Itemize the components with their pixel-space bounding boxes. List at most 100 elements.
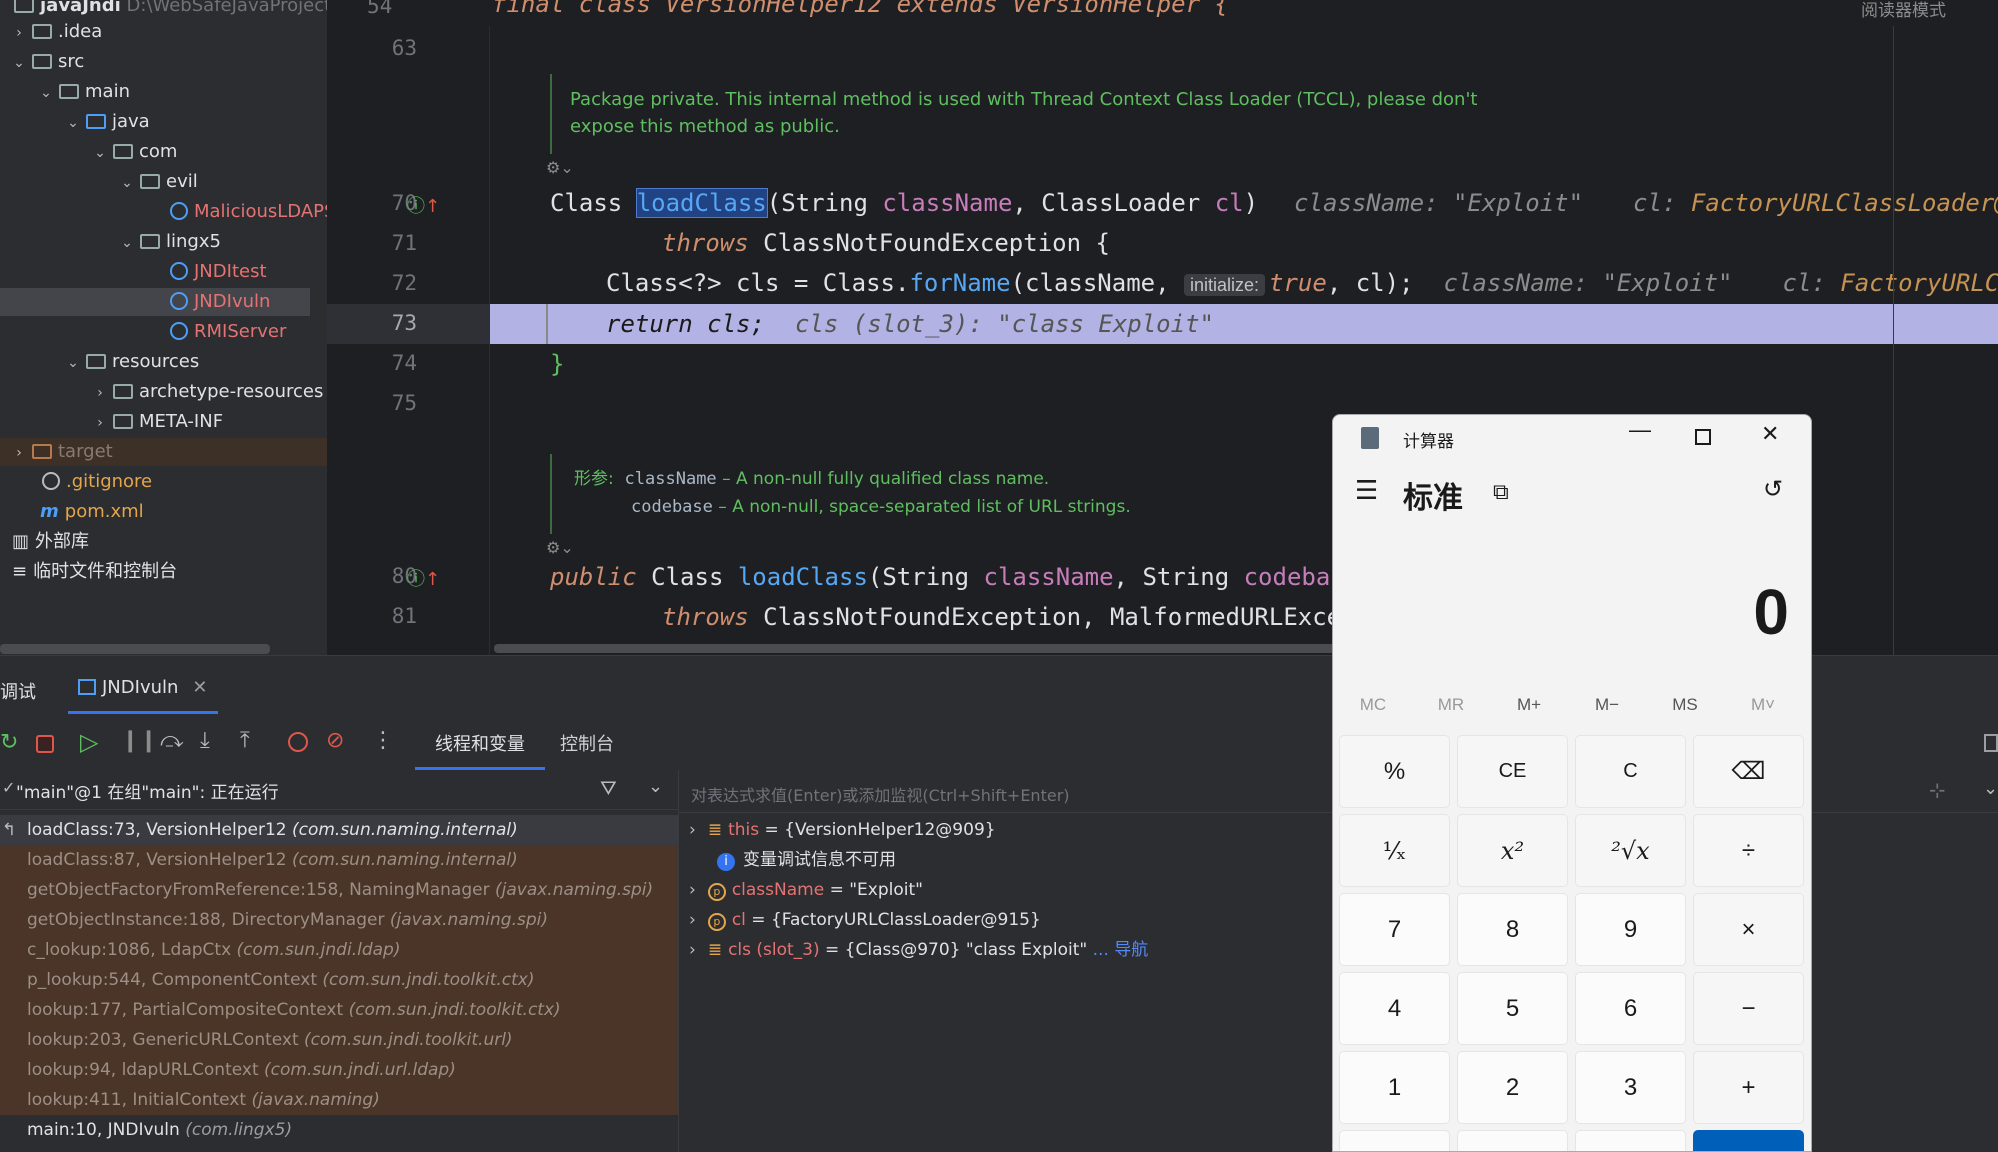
- digit-8-button[interactable]: 8: [1457, 893, 1568, 966]
- history-icon[interactable]: ↺: [1763, 475, 1783, 504]
- multiply-button[interactable]: ×: [1693, 893, 1804, 966]
- tree-item-java[interactable]: ⌄ java: [64, 108, 150, 136]
- frame-row[interactable]: getObjectFactoryFromReference:158, Namin…: [0, 875, 678, 905]
- backspace-button[interactable]: ⌫: [1693, 735, 1804, 808]
- maximize-icon[interactable]: [1695, 429, 1711, 445]
- frame-row[interactable]: lookup:411, InitialContext (javax.naming…: [0, 1085, 678, 1115]
- digit-9-button[interactable]: 9: [1575, 893, 1686, 966]
- tree-item-evil[interactable]: ⌄ evil: [118, 168, 198, 196]
- override-gutter-icon[interactable]: ⓘ↑: [407, 192, 440, 218]
- rerun-icon[interactable]: ↻: [0, 730, 18, 755]
- ms-button[interactable]: MS: [1655, 695, 1715, 715]
- sqrt-button[interactable]: ²√x: [1575, 814, 1686, 887]
- frame-row[interactable]: p_lookup:544, ComponentContext (com.sun.…: [0, 965, 678, 995]
- chevron-down-icon[interactable]: ⌄: [118, 229, 136, 257]
- chevron-right-icon[interactable]: ›: [689, 910, 696, 930]
- tree-item-jnditest[interactable]: JNDItest: [166, 258, 267, 286]
- chevron-down-icon[interactable]: ⌄: [37, 79, 55, 107]
- divide-button[interactable]: ÷: [1693, 814, 1804, 887]
- square-button[interactable]: x²: [1457, 814, 1568, 887]
- reciprocal-button[interactable]: ¹⁄ₓ: [1339, 814, 1450, 887]
- digit-2-button[interactable]: 2: [1457, 1051, 1568, 1124]
- digit-0-button[interactable]: [1457, 1130, 1568, 1151]
- mr-button[interactable]: MR: [1421, 695, 1481, 715]
- menu-icon[interactable]: ☰: [1355, 475, 1378, 506]
- decimal-button[interactable]: [1575, 1130, 1686, 1151]
- tree-item-external-libraries[interactable]: ▥ 外部库: [12, 528, 89, 556]
- tree-item-idea[interactable]: › .idea: [10, 18, 102, 46]
- tree-item-resources[interactable]: ⌄ resources: [64, 348, 199, 376]
- mute-breakpoints-icon[interactable]: ⊘: [326, 728, 344, 753]
- digit-1-button[interactable]: 1: [1339, 1051, 1450, 1124]
- stop-icon[interactable]: [36, 735, 54, 753]
- close-tab-icon[interactable]: ✕: [192, 677, 207, 698]
- chevron-right-icon[interactable]: ›: [91, 409, 109, 437]
- step-out-icon[interactable]: ⤒: [240, 728, 250, 753]
- tree-item-src[interactable]: ⌄ src: [10, 48, 84, 76]
- close-icon[interactable]: ✕: [1761, 421, 1779, 447]
- tree-item-maliciousldaps[interactable]: MaliciousLDAPS: [166, 198, 327, 226]
- var-row-this[interactable]: › ≣ this = {VersionHelper12@909}: [689, 815, 996, 845]
- digit-3-button[interactable]: 3: [1575, 1051, 1686, 1124]
- tree-item-com[interactable]: ⌄ com: [91, 138, 177, 166]
- chevron-down-icon[interactable]: ⌄: [91, 139, 109, 167]
- add-watch-icon[interactable]: ⊹: [1929, 778, 1946, 802]
- tree-item-target[interactable]: › target: [10, 438, 113, 466]
- tree-item-rmiserver[interactable]: RMIServer: [166, 318, 286, 346]
- var-row-cl[interactable]: › p cl = {FactoryURLClassLoader@915}: [689, 905, 1041, 935]
- chevron-right-icon[interactable]: ›: [689, 820, 696, 840]
- minus-button[interactable]: −: [1693, 972, 1804, 1045]
- frame-row[interactable]: c_lookup:1086, LdapCtx (com.sun.jndi.lda…: [0, 935, 678, 965]
- tree-item-gitignore[interactable]: .gitignore: [38, 468, 152, 496]
- tree-root[interactable]: javaJndi D:\WebSafeJavaProject: [10, 0, 327, 20]
- minimize-icon[interactable]: —: [1629, 417, 1651, 443]
- chevron-down-icon[interactable]: ⌄: [118, 169, 136, 197]
- tab-threads-variables[interactable]: 线程和变量: [415, 722, 545, 770]
- var-row-classname[interactable]: › p className = "Exploit": [689, 875, 923, 905]
- frame-row[interactable]: main:10, JNDIvuln (com.lingx5): [0, 1115, 678, 1145]
- var-row-cls[interactable]: › ≣ cls (slot_3) = {Class@970} "class Expl…: [689, 935, 1148, 965]
- navigate-link[interactable]: ... 导航: [1093, 940, 1149, 960]
- chevron-right-icon[interactable]: ›: [10, 439, 28, 467]
- thread-selector[interactable]: ✓ "main"@1 在组"main": 正在运行 ⛛ ⌄: [0, 770, 678, 810]
- tree-item-pom[interactable]: m pom.xml: [38, 498, 144, 526]
- percent-button[interactable]: %: [1339, 735, 1450, 808]
- run-config-tab[interactable]: JNDIvuln ✕: [68, 666, 218, 714]
- tree-item-meta-inf[interactable]: › META-INF: [91, 408, 223, 436]
- doc-toggle-icon[interactable]: ⚙⌄: [546, 158, 574, 177]
- override-gutter-icon[interactable]: ⓘ↑: [407, 565, 440, 591]
- memory-list-button[interactable]: M˅: [1733, 695, 1793, 715]
- equals-button[interactable]: [1693, 1130, 1804, 1151]
- tree-item-scratches[interactable]: ≡ 临时文件和控制台: [12, 558, 177, 586]
- chevron-down-icon[interactable]: ⌄: [1983, 778, 1998, 799]
- plus-button[interactable]: +: [1693, 1051, 1804, 1124]
- tree-item-jndivuln[interactable]: JNDIvuln: [166, 288, 270, 316]
- chevron-right-icon[interactable]: ›: [91, 379, 109, 407]
- sign-toggle-button[interactable]: [1339, 1130, 1450, 1151]
- frame-row[interactable]: lookup:177, PartialCompositeContext (com…: [0, 995, 678, 1025]
- step-over-icon[interactable]: ⤼: [160, 728, 184, 753]
- doc-toggle-icon[interactable]: ⚙⌄: [546, 538, 574, 557]
- frame-row[interactable]: getObjectInstance:188, DirectoryManager …: [0, 905, 678, 935]
- resume-icon[interactable]: ▷: [80, 728, 98, 756]
- digit-5-button[interactable]: 5: [1457, 972, 1568, 1045]
- chevron-right-icon[interactable]: ›: [689, 880, 696, 900]
- digit-7-button[interactable]: 7: [1339, 893, 1450, 966]
- chevron-down-icon[interactable]: ⌄: [64, 349, 82, 377]
- debug-tab-label[interactable]: 调试: [0, 678, 36, 704]
- filter-icon[interactable]: ⛛: [600, 776, 617, 800]
- chevron-down-icon[interactable]: ⌄: [648, 776, 663, 797]
- chevron-right-icon[interactable]: ›: [689, 940, 696, 960]
- tree-item-lingx5[interactable]: ⌄ lingx5: [118, 228, 221, 256]
- tree-item-archetype-resources[interactable]: › archetype-resources: [91, 378, 323, 406]
- tree-item-main[interactable]: ⌄ main: [37, 78, 130, 106]
- m-plus-button[interactable]: M+: [1499, 695, 1559, 715]
- digit-6-button[interactable]: 6: [1575, 972, 1686, 1045]
- step-into-icon[interactable]: ⤓: [200, 728, 210, 753]
- frame-row[interactable]: lookup:94, ldapURLContext (com.sun.jndi.…: [0, 1055, 678, 1085]
- m-minus-button[interactable]: M−: [1577, 695, 1637, 715]
- tab-console[interactable]: 控制台: [540, 722, 634, 770]
- watch-input[interactable]: 对表达式求值(Enter)或添加监视(Ctrl+Shift+Enter): [691, 782, 1070, 806]
- ce-button[interactable]: CE: [1457, 735, 1568, 808]
- horizontal-scrollbar[interactable]: [0, 644, 270, 654]
